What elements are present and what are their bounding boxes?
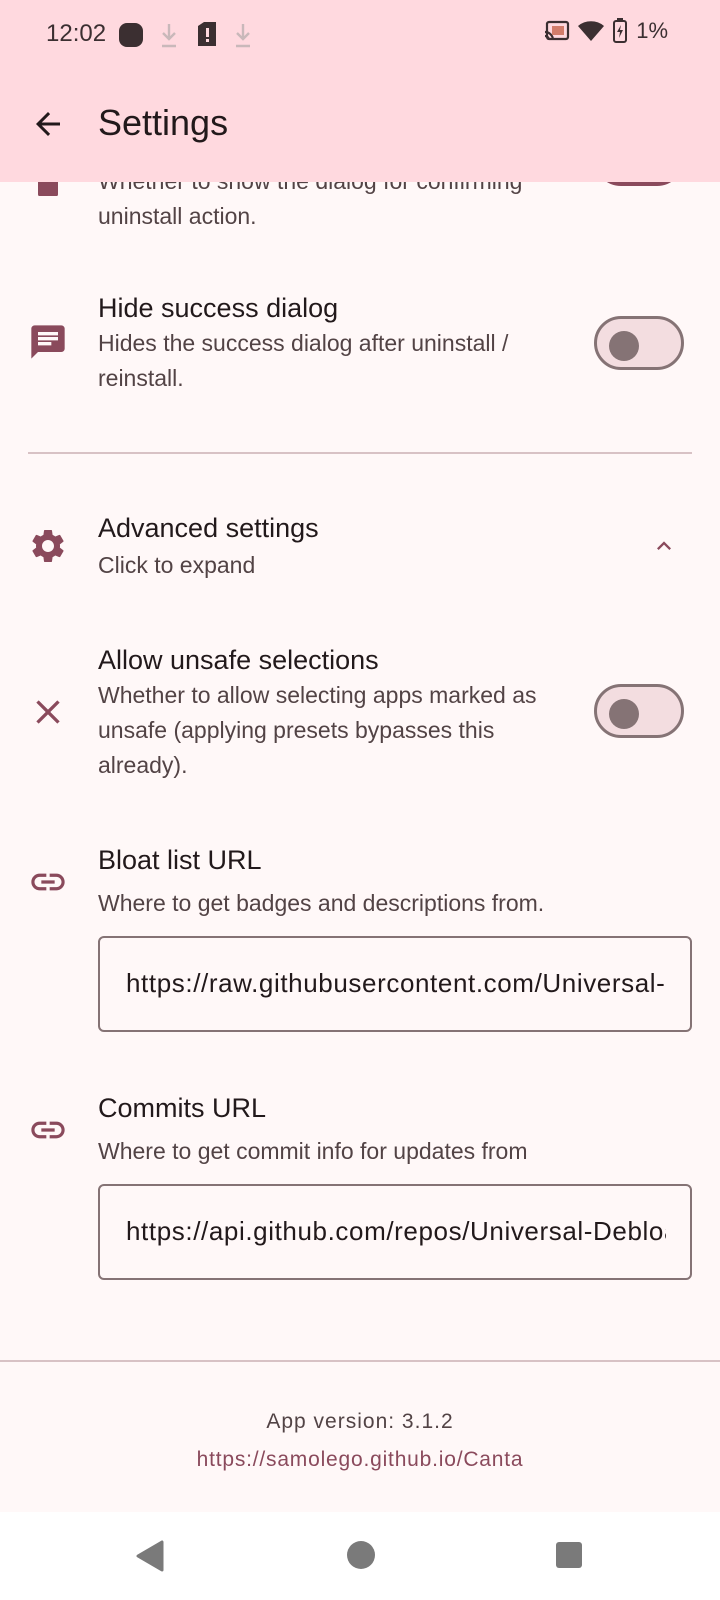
- setting-subtitle: Click to expand: [98, 552, 256, 578]
- gear-icon: [32, 530, 64, 562]
- download-icon: [236, 24, 250, 48]
- setting-bloat-list-url: Bloat list URL Where to get badges and d…: [0, 842, 720, 1042]
- allow-unsafe-switch[interactable]: [594, 684, 684, 738]
- nav-home-icon[interactable]: [345, 1539, 377, 1571]
- app-version: App version: 3.1.2: [266, 1410, 454, 1433]
- battery-icon: [613, 18, 628, 43]
- status-right: 1%: [544, 18, 668, 44]
- setting-subtitle: unsafe (applying presets bypasses this: [98, 717, 495, 743]
- setting-title: Hide success dialog: [98, 293, 339, 323]
- link-icon: [31, 873, 65, 891]
- setting-subtitle: Whether to allow selecting apps marked a…: [98, 682, 537, 708]
- status-time: 12:02: [46, 20, 107, 47]
- setting-subtitle: uninstall action.: [98, 203, 257, 229]
- setting-subtitle: already).: [98, 752, 188, 778]
- setting-subtitle: Where to get badges and descriptions fro…: [98, 890, 545, 916]
- setting-title: Bloat list URL: [98, 845, 262, 875]
- arrow-back-icon[interactable]: [30, 106, 66, 142]
- setting-subtitle: Hides the success dialog after uninstall…: [98, 330, 509, 356]
- commits-url-input[interactable]: https://api.github.com/repos/Universal-D…: [98, 1184, 692, 1280]
- app-notification-icon: [119, 23, 143, 47]
- confirm-uninstall-switch[interactable]: [594, 182, 684, 186]
- setting-title: Allow unsafe selections: [98, 645, 379, 675]
- setting-subtitle: Where to get commit info for updates fro…: [98, 1138, 528, 1164]
- bloat-list-url-value: https://raw.githubusercontent.com/Univer…: [126, 968, 666, 998]
- wifi-icon: [578, 21, 605, 41]
- setting-confirm-uninstall[interactable]: Whether to show the dialog for confirmin…: [0, 182, 720, 242]
- commits-url-value: https://api.github.com/repos/Universal-D…: [126, 1216, 666, 1246]
- setting-allow-unsafe-selections[interactable]: Allow unsafe selections Whether to allow…: [0, 642, 720, 792]
- setting-hide-success-dialog[interactable]: Hide success dialog Hides the success di…: [0, 282, 720, 422]
- download-icon: [162, 24, 176, 48]
- cast-icon: [544, 20, 570, 41]
- nav-back-icon[interactable]: [136, 1540, 164, 1572]
- top-app-bar: Settings: [0, 72, 720, 182]
- switch-knob: [609, 699, 639, 729]
- bloat-list-url-input[interactable]: https://raw.githubusercontent.com/Univer…: [98, 936, 692, 1032]
- footer: App version: 3.1.2 https://samolego.gith…: [0, 1410, 720, 1472]
- footer-divider: [0, 1360, 720, 1362]
- system-navigation-bar: [0, 1512, 720, 1600]
- divider: [28, 452, 692, 454]
- setting-title: Commits URL: [98, 1093, 267, 1123]
- battery-percent: 1%: [636, 18, 668, 43]
- setting-subtitle: reinstall.: [98, 365, 184, 391]
- setting-title: Advanced settings: [98, 513, 319, 543]
- close-icon: [36, 700, 60, 724]
- switch-knob: [609, 331, 639, 361]
- settings-list: Whether to show the dialog for confirmin…: [0, 182, 720, 1512]
- status-bar: 12:02 1%: [0, 0, 720, 72]
- chevron-up-icon[interactable]: [650, 532, 678, 560]
- setting-commits-url: Commits URL Where to get commit info for…: [0, 1090, 720, 1290]
- sim-alert-icon: [198, 22, 216, 46]
- nav-recents-icon[interactable]: [554, 1540, 584, 1570]
- setting-subtitle: Whether to show the dialog for confirmin…: [98, 182, 578, 199]
- advanced-settings-header[interactable]: Advanced settings Click to expand: [0, 502, 720, 592]
- message-icon: [31, 325, 65, 359]
- dialog-icon: [38, 182, 58, 196]
- link-icon: [31, 1121, 65, 1139]
- page-title: Settings: [98, 102, 229, 143]
- project-link[interactable]: https://samolego.github.io/Canta: [0, 1448, 720, 1472]
- hide-success-dialog-switch[interactable]: [594, 316, 684, 370]
